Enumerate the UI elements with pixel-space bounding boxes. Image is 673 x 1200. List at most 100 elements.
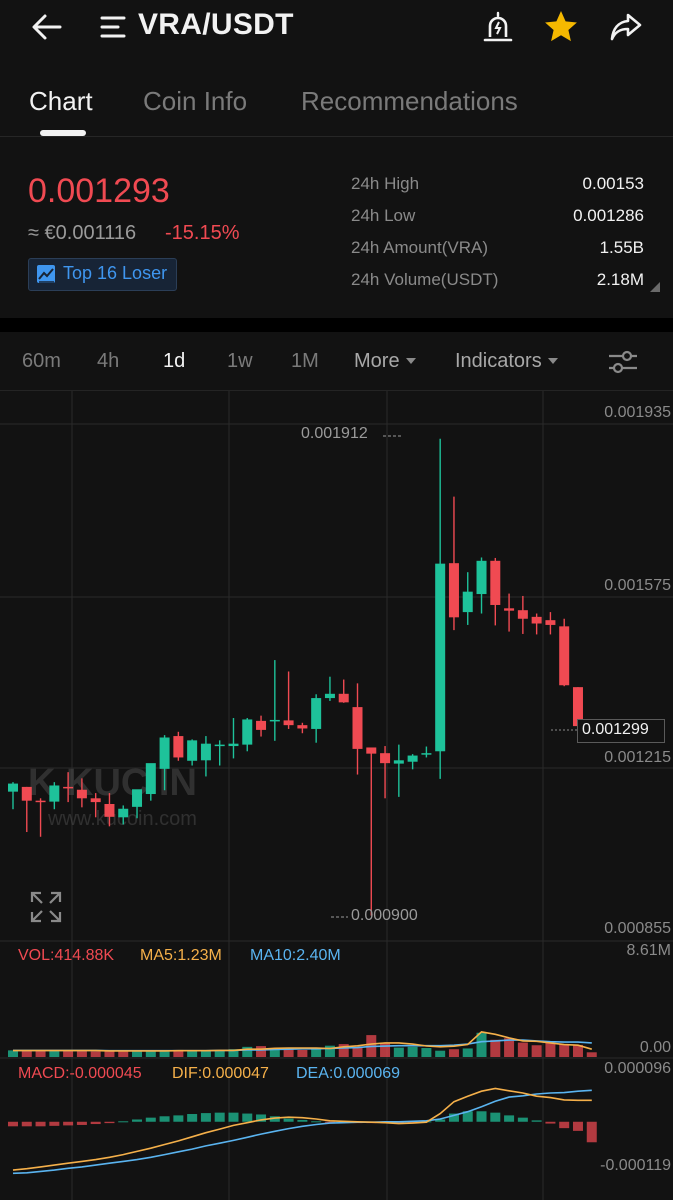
interval-1w[interactable]: 1w	[227, 350, 253, 373]
indicators-dropdown[interactable]: Indicators	[455, 350, 558, 373]
star-icon[interactable]	[543, 9, 579, 45]
stat-label-24h-high: 24h High	[351, 174, 420, 193]
stat-label-24h-amount: 24h Amount(VRA)	[351, 238, 489, 257]
expand-icon[interactable]	[30, 891, 62, 923]
tab-coin-info[interactable]: Coin Info	[143, 86, 247, 117]
interval-4h[interactable]: 4h	[97, 350, 119, 373]
stat-label-24h-low: 24h Low	[351, 206, 416, 225]
macd-bar	[132, 1119, 143, 1122]
fiat-price: ≈ €0.001116	[28, 222, 137, 244]
macd-bar	[504, 1115, 515, 1122]
price-alert-icon[interactable]	[482, 11, 514, 43]
candle-body	[90, 798, 101, 803]
interval-1d[interactable]: 1d	[163, 350, 185, 373]
candle-body	[49, 785, 60, 802]
macd-bar	[145, 1117, 156, 1122]
macd-bar	[283, 1118, 294, 1122]
more-dropdown[interactable]: More	[354, 350, 416, 373]
candle-body	[476, 560, 487, 595]
volume-bar	[214, 1050, 225, 1057]
change-percent: -15.15%	[165, 222, 240, 244]
tab-chart[interactable]: Chart	[29, 86, 93, 117]
dea-label: DEA:0.000069	[296, 1065, 401, 1082]
volume-bar	[435, 1050, 446, 1057]
macd-label: MACD:-0.000045	[18, 1065, 142, 1082]
pair-title[interactable]: VRA/USDT	[138, 8, 294, 42]
chevron-down-icon	[547, 358, 558, 364]
candle-body	[504, 608, 515, 611]
vol-ma10-label: MA10:2.40M	[250, 947, 341, 964]
candle-body	[462, 591, 473, 613]
price-tick: 0.001575	[604, 577, 671, 594]
volume-bar	[159, 1051, 170, 1057]
macd-bar	[586, 1121, 597, 1143]
volume-bar	[586, 1052, 597, 1057]
candle-body	[366, 747, 377, 754]
current-price-label: 0.001299	[582, 721, 649, 738]
interval-1M[interactable]: 1M	[291, 350, 319, 373]
macd-bar	[228, 1112, 239, 1122]
candle-body	[104, 804, 115, 817]
macd-bar	[517, 1117, 528, 1122]
candle-body	[393, 760, 404, 764]
macd-bar	[559, 1121, 570, 1129]
volume-bar	[448, 1049, 459, 1057]
candle-body	[228, 743, 239, 747]
candle-body	[297, 725, 308, 729]
candle-body	[269, 719, 280, 722]
chevron-down-icon	[405, 358, 416, 364]
volume-bar	[531, 1045, 542, 1057]
macd-bar	[531, 1120, 542, 1122]
macd-bar	[242, 1113, 253, 1122]
macd-bar	[200, 1113, 211, 1122]
macd-bar	[35, 1121, 46, 1127]
candle-body	[283, 720, 294, 726]
sliders-icon[interactable]	[607, 348, 639, 376]
stat-value-24h-low: 0.001286	[573, 206, 644, 225]
vol-ma5-label: MA5:1.23M	[140, 947, 222, 964]
candle-body	[187, 740, 198, 761]
menu-icon[interactable]	[100, 13, 128, 41]
dif-label: DIF:0.000047	[172, 1065, 269, 1082]
candle-body	[256, 720, 267, 730]
volume-bar	[242, 1046, 253, 1057]
candle-body	[490, 560, 501, 605]
vol-label: VOL:414.88K	[18, 947, 115, 964]
share-icon[interactable]	[609, 10, 643, 44]
candle-body	[338, 693, 349, 703]
vol-tick-min: 0.00	[639, 1039, 671, 1056]
corner-triangle-icon	[650, 279, 660, 292]
candle-body	[21, 786, 32, 801]
back-arrow-icon[interactable]	[30, 10, 64, 44]
candle-body	[531, 616, 542, 624]
volume-bar	[118, 1051, 129, 1057]
price-tick: 0.000855	[604, 920, 671, 937]
price-tick: 0.001215	[604, 749, 671, 766]
volume-bar	[256, 1046, 267, 1057]
macd-bar	[104, 1121, 115, 1124]
interval-60m[interactable]: 60m	[22, 350, 61, 373]
tab-recommendations[interactable]: Recommendations	[301, 86, 518, 117]
candle-body	[352, 707, 363, 749]
macd-bar	[8, 1121, 18, 1127]
volume-bar	[490, 1039, 501, 1057]
macd-bar	[49, 1121, 60, 1126]
macd-bar	[21, 1121, 32, 1127]
volume-panel	[8, 1031, 597, 1057]
candle-body	[435, 563, 446, 752]
volume-bar	[76, 1051, 87, 1057]
macd-bar	[545, 1121, 556, 1124]
candle-body	[517, 610, 528, 619]
stat-value-24h-volume: 2.18M	[596, 270, 644, 289]
candle-body	[132, 789, 143, 807]
volume-bar	[297, 1049, 308, 1057]
more-label: More	[354, 350, 400, 372]
volume-bar	[104, 1050, 115, 1057]
volume-bar	[559, 1044, 570, 1057]
candle-body	[76, 789, 87, 799]
candle-body	[214, 744, 225, 747]
macd-bar	[118, 1121, 129, 1123]
ranking-badge-label: Top 16 Loser	[63, 263, 168, 283]
section-divider	[0, 318, 673, 332]
macd-bar	[76, 1121, 87, 1125]
